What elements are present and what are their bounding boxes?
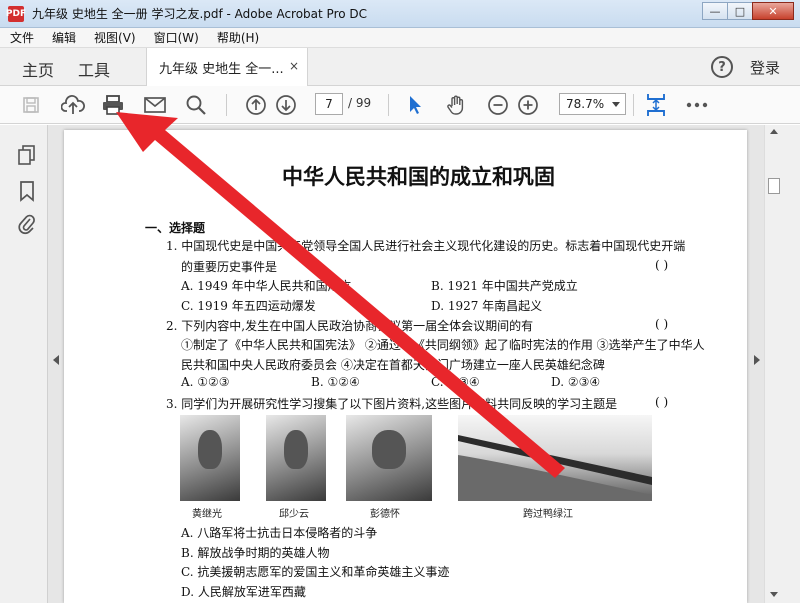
annotation-arrow [0,0,800,603]
